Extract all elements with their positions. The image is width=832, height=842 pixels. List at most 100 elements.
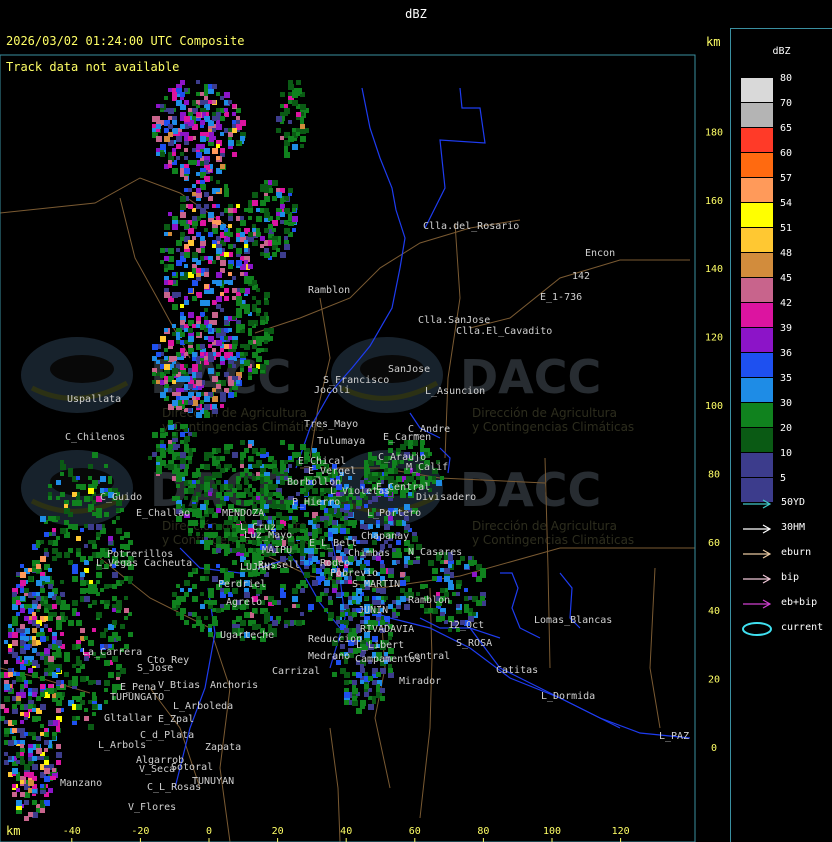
place-label: L_PAZ <box>659 731 689 742</box>
echo-cell <box>16 660 20 664</box>
echo-cell <box>256 472 260 476</box>
echo-cell <box>260 448 266 454</box>
y-tick-label: 80 <box>708 469 720 480</box>
echo-cell <box>264 300 269 305</box>
echo-cell <box>172 92 177 97</box>
echo-cell <box>232 112 236 116</box>
echo-cell <box>424 608 428 612</box>
echo-cell <box>260 348 264 352</box>
echo-cell <box>28 668 33 673</box>
echo-cell <box>240 452 246 458</box>
echo-cell <box>184 188 188 192</box>
echo-cell <box>208 232 213 237</box>
echo-cell <box>184 376 190 382</box>
echo-cell <box>276 216 280 220</box>
echo-cell <box>248 320 254 326</box>
echo-cell <box>216 480 221 485</box>
echo-cell <box>12 640 18 646</box>
echo-cell <box>264 504 269 509</box>
echo-cell <box>172 152 176 156</box>
echo-cell <box>220 456 225 461</box>
echo-cell <box>4 684 10 690</box>
echo-cell <box>268 224 273 229</box>
echo-cell <box>72 600 78 606</box>
echo-cell <box>432 476 436 480</box>
place-label: Manzano <box>60 778 102 789</box>
echo-cell <box>200 344 205 349</box>
echo-cell <box>380 688 385 693</box>
echo-cell <box>200 300 206 306</box>
echo-cell <box>264 292 270 298</box>
echo-cell <box>168 108 174 114</box>
echo-cell <box>272 516 276 520</box>
echo-cell <box>368 704 374 710</box>
echo-cell <box>228 232 233 237</box>
echo-cell <box>44 656 48 660</box>
echo-cell <box>192 596 198 602</box>
echo-cell <box>284 244 289 249</box>
place-label: Perdriel <box>218 579 266 590</box>
echo-cell <box>224 184 228 188</box>
echo-cell <box>168 232 172 236</box>
track-legend-item: eb+bip <box>741 597 831 611</box>
echo-cell <box>96 680 101 685</box>
echo-cell <box>224 480 228 484</box>
echo-cell <box>32 756 37 761</box>
echo-cell <box>156 468 162 474</box>
echo-cell <box>268 328 274 334</box>
echo-cell <box>212 620 217 625</box>
echo-cell <box>368 452 372 456</box>
echo-cell <box>216 124 222 130</box>
echo-cell <box>196 324 200 328</box>
echo-cell <box>280 252 286 258</box>
echo-cell <box>56 744 61 749</box>
echo-cell <box>188 408 192 412</box>
echo-cell <box>168 152 172 156</box>
legend-swatch <box>741 253 773 277</box>
echo-cell <box>124 616 128 620</box>
echo-cell <box>236 624 240 628</box>
echo-cell <box>252 608 257 613</box>
echo-cell <box>224 92 230 98</box>
echo-cell <box>188 520 194 526</box>
echo-cell <box>256 216 262 222</box>
legend-level-label: 20 <box>780 423 793 434</box>
echo-cell <box>40 756 44 760</box>
echo-cell <box>188 488 194 494</box>
echo-cell <box>220 116 225 121</box>
echo-cell <box>48 516 53 521</box>
place-label: Central <box>408 651 450 662</box>
echo-cell <box>240 352 244 356</box>
echo-cell <box>276 500 280 504</box>
echo-cell <box>168 280 173 285</box>
echo-cell <box>240 440 245 445</box>
echo-cell <box>28 696 32 700</box>
echo-cell <box>220 348 224 352</box>
echo-cell <box>168 444 173 449</box>
echo-cell <box>16 584 20 588</box>
echo-cell <box>172 392 176 396</box>
radar-map[interactable]: DACCDirección de Agriculturay Contingenc… <box>0 28 730 842</box>
echo-cell <box>116 600 122 606</box>
echo-cell <box>388 468 394 474</box>
echo-cell <box>32 568 36 572</box>
echo-cell <box>300 536 304 540</box>
echo-cell <box>252 620 256 624</box>
place-label: Zapata <box>205 742 241 753</box>
echo-cell <box>308 520 313 525</box>
echo-cell <box>4 696 10 702</box>
place-label: L_Dormida <box>541 691 595 702</box>
echo-cell <box>212 404 217 409</box>
echo-cell <box>36 652 40 656</box>
echo-cell <box>280 504 286 510</box>
place-label: C_L_Rosas <box>147 782 201 793</box>
echo-cell <box>184 364 188 368</box>
echo-cell <box>24 712 29 717</box>
echo-cell <box>360 680 364 684</box>
echo-cell <box>32 716 38 722</box>
echo-cell <box>336 620 340 624</box>
echo-cell <box>272 240 277 245</box>
echo-cell <box>404 564 408 568</box>
echo-cell <box>152 432 158 438</box>
echo-cell <box>56 596 61 601</box>
